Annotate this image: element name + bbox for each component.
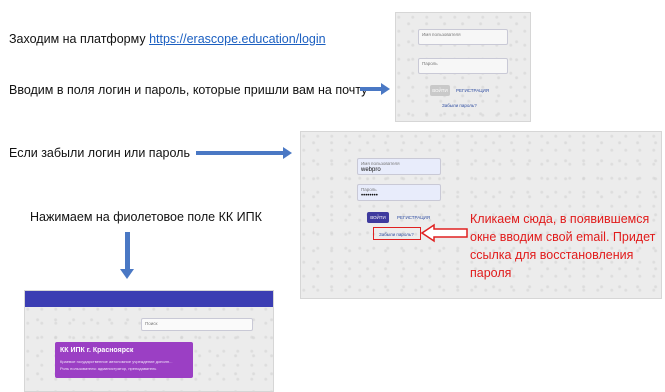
step-4-text: Нажимаем на фиолетовое поле КК ИПК: [30, 210, 262, 224]
username-value: webpro: [361, 167, 381, 173]
arrow-right-2: [196, 147, 292, 159]
kk-ipk-card[interactable]: КК ИПК г. Красноярск Краевое государстве…: [55, 342, 193, 378]
register-link[interactable]: РЕГИСТРАЦИЯ: [397, 215, 430, 220]
arrow-right-1: [360, 83, 390, 95]
step-3-text: Если забыли логин или пароль: [9, 146, 190, 160]
callout-line-3: ссылка для восстановления: [470, 248, 634, 262]
dashboard-header: [25, 291, 273, 307]
register-link[interactable]: РЕГИСТРАЦИЯ: [456, 88, 489, 93]
search-placeholder: Поиск: [145, 321, 158, 326]
login-button[interactable]: ВОЙТИ: [430, 85, 450, 96]
arrow-down: [120, 232, 134, 279]
username-label: Имя пользователя: [422, 32, 461, 37]
kk-ipk-card-subtitle-2: Роль пользователя: администратор, препод…: [60, 366, 157, 371]
password-value: ••••••••: [361, 193, 378, 199]
callout-line-4: пароля: [470, 266, 512, 280]
password-field-filled[interactable]: Пароль ••••••••: [357, 184, 441, 201]
step-1-text: Заходим на платформу https://erascope.ed…: [9, 32, 326, 46]
callout-arrow: [420, 223, 468, 243]
password-label: Пароль: [422, 61, 438, 66]
search-field[interactable]: Поиск: [141, 318, 253, 331]
dashboard-screenshot: Поиск КК ИПК г. Красноярск Краевое госуд…: [24, 290, 274, 392]
login-screenshot-1: Имя пользователя Пароль ВОЙТИ РЕГИСТРАЦИ…: [395, 12, 531, 122]
callout-line-2: окне вводим свой email. Придет: [470, 230, 656, 244]
step-2-text: Вводим в поля логин и пароль, которые пр…: [9, 83, 368, 97]
callout-text: Кликаем сюда, в появившемся окне вводим …: [470, 210, 655, 282]
kk-ipk-card-title: КК ИПК г. Красноярск: [60, 347, 134, 354]
password-label: Пароль: [361, 187, 377, 192]
platform-login-link[interactable]: https://erascope.education/login: [149, 32, 326, 46]
callout-line-1: Кликаем сюда, в появившемся: [470, 212, 650, 226]
password-field[interactable]: Пароль: [418, 58, 508, 74]
login-button[interactable]: ВОЙТИ: [367, 212, 389, 223]
kk-ipk-card-subtitle-1: Краевое государственное автономное учреж…: [60, 359, 173, 364]
username-label: Имя пользователя: [361, 161, 400, 166]
step-1-prefix: Заходим на платформу: [9, 32, 150, 46]
forgot-password-link[interactable]: Забыли пароль?: [442, 103, 477, 108]
username-field-filled[interactable]: Имя пользователя webpro: [357, 158, 441, 175]
forgot-password-highlight: [373, 227, 421, 240]
username-field[interactable]: Имя пользователя: [418, 29, 508, 45]
